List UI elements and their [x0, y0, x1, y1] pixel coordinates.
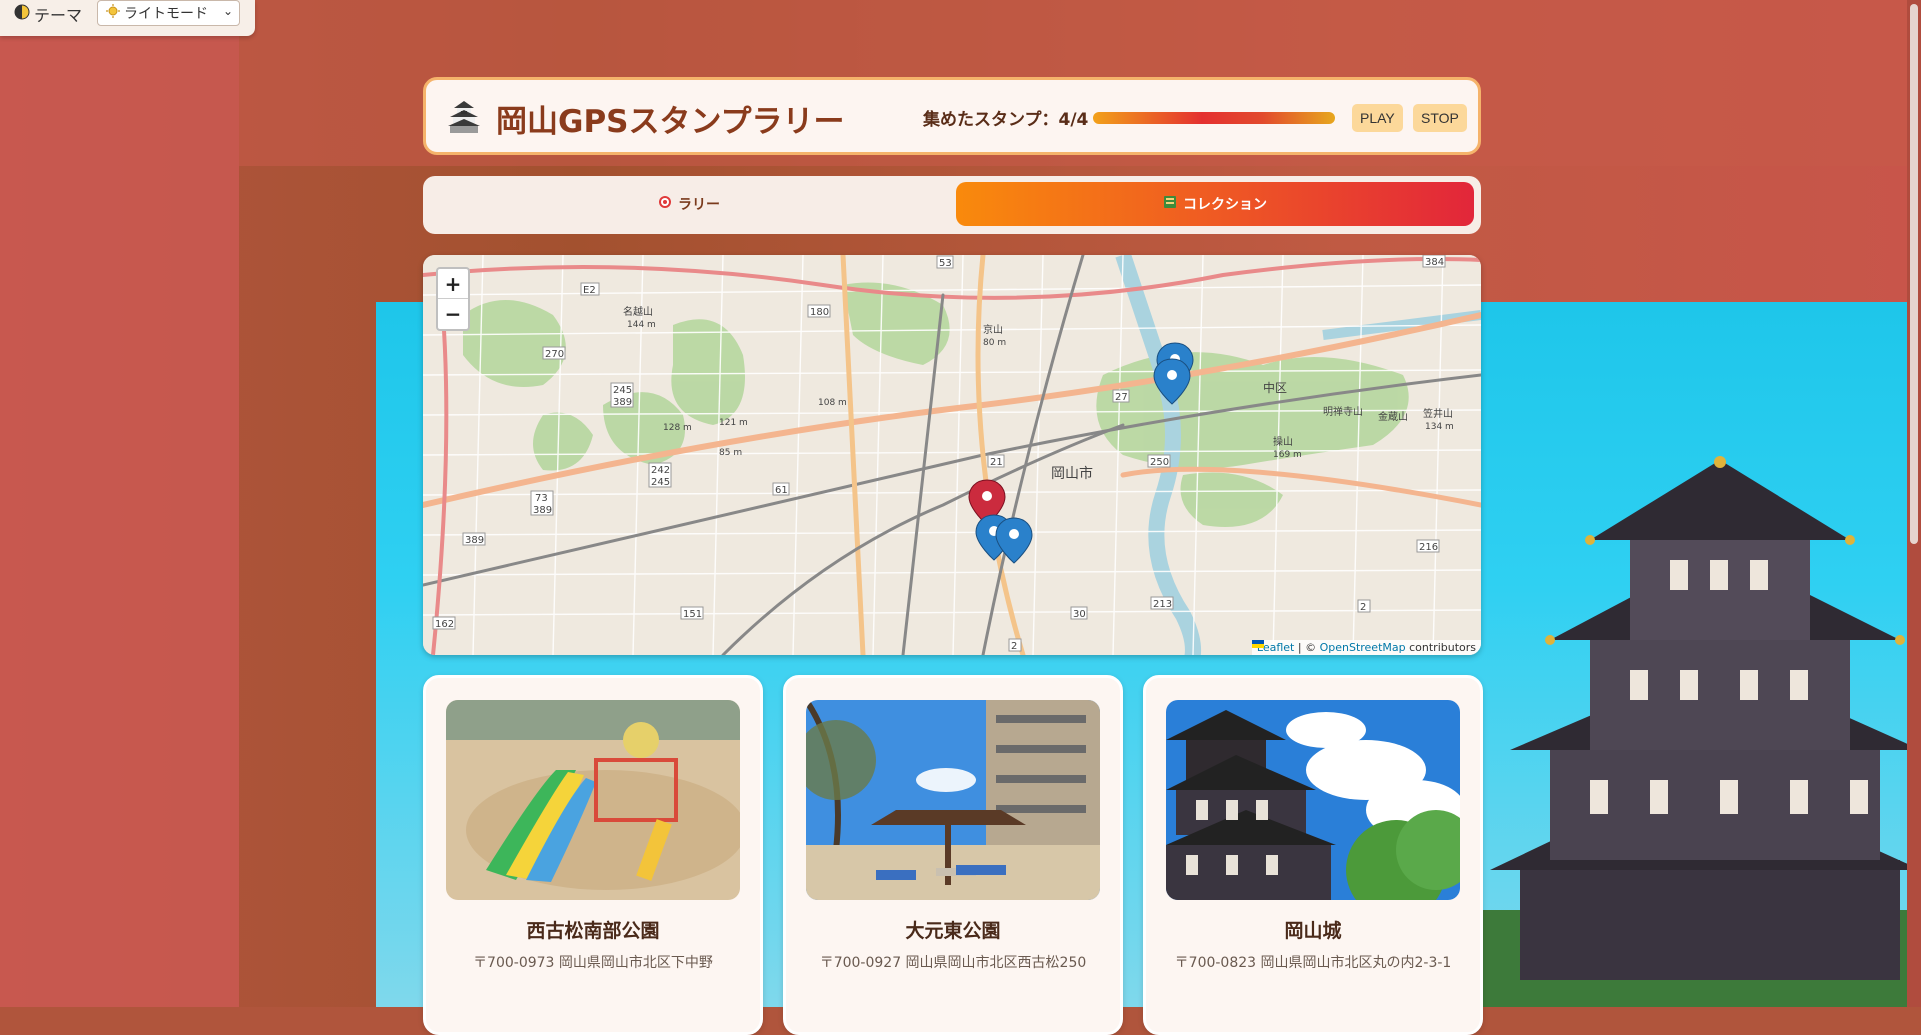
osm-link[interactable]: OpenStreetMap: [1320, 641, 1406, 654]
svg-text:85 m: 85 m: [719, 448, 742, 458]
svg-text:162: 162: [435, 619, 454, 630]
app-title: 岡山GPSスタンプラリー: [496, 104, 845, 140]
stamp-count-label: 集めたスタンプ：4/4: [923, 110, 1089, 130]
theme-select[interactable]: ライトモード ⌄: [97, 0, 240, 26]
svg-text:京山: 京山: [983, 323, 1003, 336]
park-playground-photo: [446, 700, 740, 900]
svg-text:389: 389: [465, 535, 484, 546]
svg-text:250: 250: [1150, 457, 1169, 468]
svg-text:明禅寺山: 明禅寺山: [1323, 405, 1363, 418]
svg-text:笠井山: 笠井山: [1423, 407, 1453, 420]
svg-text:213: 213: [1153, 599, 1172, 610]
castle-background-image: [1480, 456, 1921, 1007]
svg-text:180: 180: [810, 307, 829, 318]
zoom-out-button[interactable]: −: [438, 298, 468, 328]
svg-text:金蔵山: 金蔵山: [1378, 410, 1408, 423]
tab-collection-label: コレクション: [1183, 197, 1267, 213]
castle-icon: [448, 101, 480, 133]
svg-text:2: 2: [1011, 641, 1017, 652]
app-header: 岡山GPSスタンプラリー 集めたスタンプ：4/4 PLAY STOP: [423, 77, 1481, 155]
svg-text:128 m: 128 m: [663, 423, 692, 433]
svg-text:27: 27: [1115, 392, 1128, 403]
map-tiles: 岡山市 中区 名越山 144 m 京山 80 m 108 m 128 m 121 m…: [423, 255, 1481, 655]
map-zoom-control: + −: [436, 267, 470, 331]
svg-text:108 m: 108 m: [818, 398, 847, 408]
attribution-suffix: contributors: [1405, 641, 1476, 654]
theme-select-value: ライトモード: [124, 6, 208, 22]
tab-collection[interactable]: コレクション: [956, 182, 1474, 226]
svg-text:53: 53: [939, 258, 952, 269]
theme-label: テーマ: [34, 6, 83, 25]
svg-text:169 m: 169 m: [1273, 450, 1302, 460]
svg-text:270: 270: [545, 349, 564, 360]
card-title: 西古松南部公園: [526, 920, 660, 942]
svg-text:134 m: 134 m: [1425, 422, 1454, 432]
svg-text:30: 30: [1073, 609, 1086, 620]
scrollbar-thumb[interactable]: [1910, 4, 1918, 544]
background-panel-left: [0, 0, 239, 1007]
stamp-progress-bar: [1093, 112, 1335, 124]
play-button[interactable]: PLAY: [1352, 104, 1403, 132]
theme-label-group: テーマ: [14, 2, 82, 26]
svg-text:389: 389: [613, 397, 632, 408]
park-arbor-photo: [806, 700, 1100, 900]
tab-rally-label: ラリー: [678, 197, 720, 213]
svg-text:121 m: 121 m: [719, 418, 748, 428]
card-address: 〒700-0823 岡山県岡山市北区丸の内2-3-1: [1174, 955, 1452, 971]
svg-text:216: 216: [1419, 542, 1438, 553]
svg-text:144 m: 144 m: [627, 320, 656, 330]
svg-text:245: 245: [613, 385, 632, 396]
tab-rally[interactable]: ラリー: [429, 182, 949, 226]
stamp-card[interactable]: 大元東公園 〒700-0927 岡山県岡山市北区西古松250: [783, 675, 1123, 1035]
target-icon: [658, 195, 672, 213]
svg-text:61: 61: [775, 485, 788, 496]
card-address: 〒700-0927 岡山県岡山市北区西古松250: [819, 955, 1087, 971]
half-moon-icon: [14, 4, 30, 24]
map-label-city: 岡山市: [1051, 465, 1093, 482]
tab-bar: ラリー コレクション: [423, 176, 1481, 234]
chevron-down-icon: ⌄: [222, 4, 233, 18]
attribution-separator: | ©: [1294, 641, 1320, 654]
page-scrollbar[interactable]: [1907, 0, 1921, 1007]
svg-text:操山: 操山: [1273, 435, 1293, 448]
map-attribution: Leaflet | © OpenStreetMap contributors: [1251, 640, 1481, 655]
map-label-ward: 中区: [1263, 380, 1287, 395]
svg-text:73: 73: [535, 493, 548, 504]
stamp-card[interactable]: 西古松南部公園 〒700-0973 岡山県岡山市北区下中野: [423, 675, 763, 1035]
svg-text:E2: E2: [583, 285, 596, 296]
theme-switcher: テーマ ライトモード ⌄: [0, 0, 255, 36]
svg-text:80 m: 80 m: [983, 338, 1006, 348]
svg-text:242: 242: [651, 465, 670, 476]
okayama-castle-photo: [1166, 700, 1460, 900]
svg-text:名越山: 名越山: [623, 305, 653, 318]
map-view[interactable]: 岡山市 中区 名越山 144 m 京山 80 m 108 m 128 m 121 m…: [423, 255, 1481, 655]
svg-text:389: 389: [533, 505, 552, 516]
zoom-in-button[interactable]: +: [438, 269, 468, 298]
svg-text:2: 2: [1360, 602, 1366, 613]
card-address: 〒700-0973 岡山県岡山市北区下中野: [473, 955, 713, 971]
stamp-card[interactable]: 岡山城 〒700-0823 岡山県岡山市北区丸の内2-3-1: [1143, 675, 1483, 1035]
book-icon: [1163, 195, 1177, 213]
svg-text:151: 151: [683, 609, 702, 620]
svg-text:384: 384: [1425, 257, 1444, 268]
card-title: 岡山城: [1284, 920, 1342, 942]
svg-text:245: 245: [651, 477, 670, 488]
sun-icon: [106, 4, 120, 22]
svg-text:21: 21: [990, 457, 1003, 468]
card-title: 大元東公園: [905, 920, 1001, 942]
stop-button[interactable]: STOP: [1413, 104, 1467, 132]
